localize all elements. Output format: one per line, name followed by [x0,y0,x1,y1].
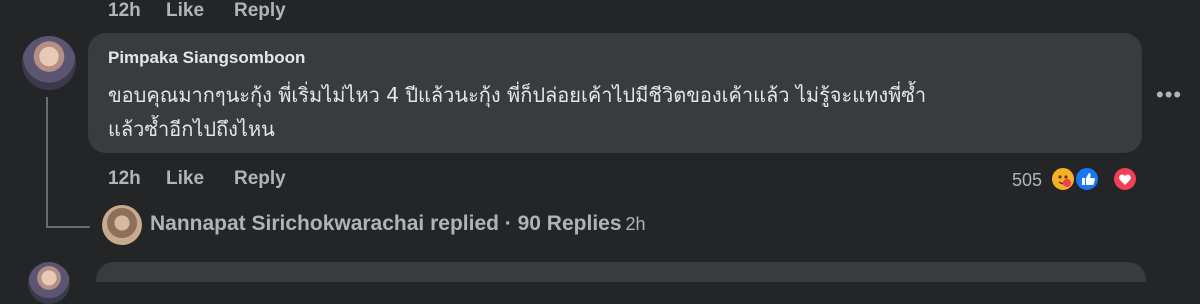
like-button[interactable]: Like [166,168,204,190]
next-comment-bubble [96,262,1146,282]
comment-time[interactable]: 12h [108,168,141,190]
prev-time[interactable]: 12h [108,0,141,22]
ellipsis-icon[interactable]: ••• [1156,82,1182,108]
prev-reply-button[interactable]: Reply [234,0,286,22]
avatar[interactable] [22,36,76,90]
prev-like-button[interactable]: Like [166,0,204,22]
reply-avatar[interactable] [102,205,142,245]
replies-time: 2h [625,214,646,234]
replies-summary[interactable]: Nannapat Sirichokwarachai replied · 90 R… [150,212,622,235]
reply-button[interactable]: Reply [234,168,286,190]
next-avatar[interactable] [28,262,70,304]
love-reaction-icon[interactable] [1112,166,1138,192]
view-replies-link[interactable]: Nannapat Sirichokwarachai replied · 90 R… [150,212,646,236]
thread-connector [46,226,90,228]
care-reaction-icon[interactable] [1050,166,1076,192]
comment-text: ขอบคุณมากๆนะกุ้ง พี่เริ่มไม่ไหว 4 ปีแล้ว… [108,78,1118,146]
comment-author[interactable]: Pimpaka Siangsomboon [108,48,305,68]
comment-line: ขอบคุณมากๆนะกุ้ง พี่เริ่มไม่ไหว 4 ปีแล้ว… [108,83,927,107]
comment-line: แล้วซ้ำอีกไปถึงไหน [108,117,275,141]
thread-line [46,97,48,228]
reaction-count[interactable]: 505 [1012,170,1042,191]
like-reaction-icon[interactable] [1074,166,1100,192]
